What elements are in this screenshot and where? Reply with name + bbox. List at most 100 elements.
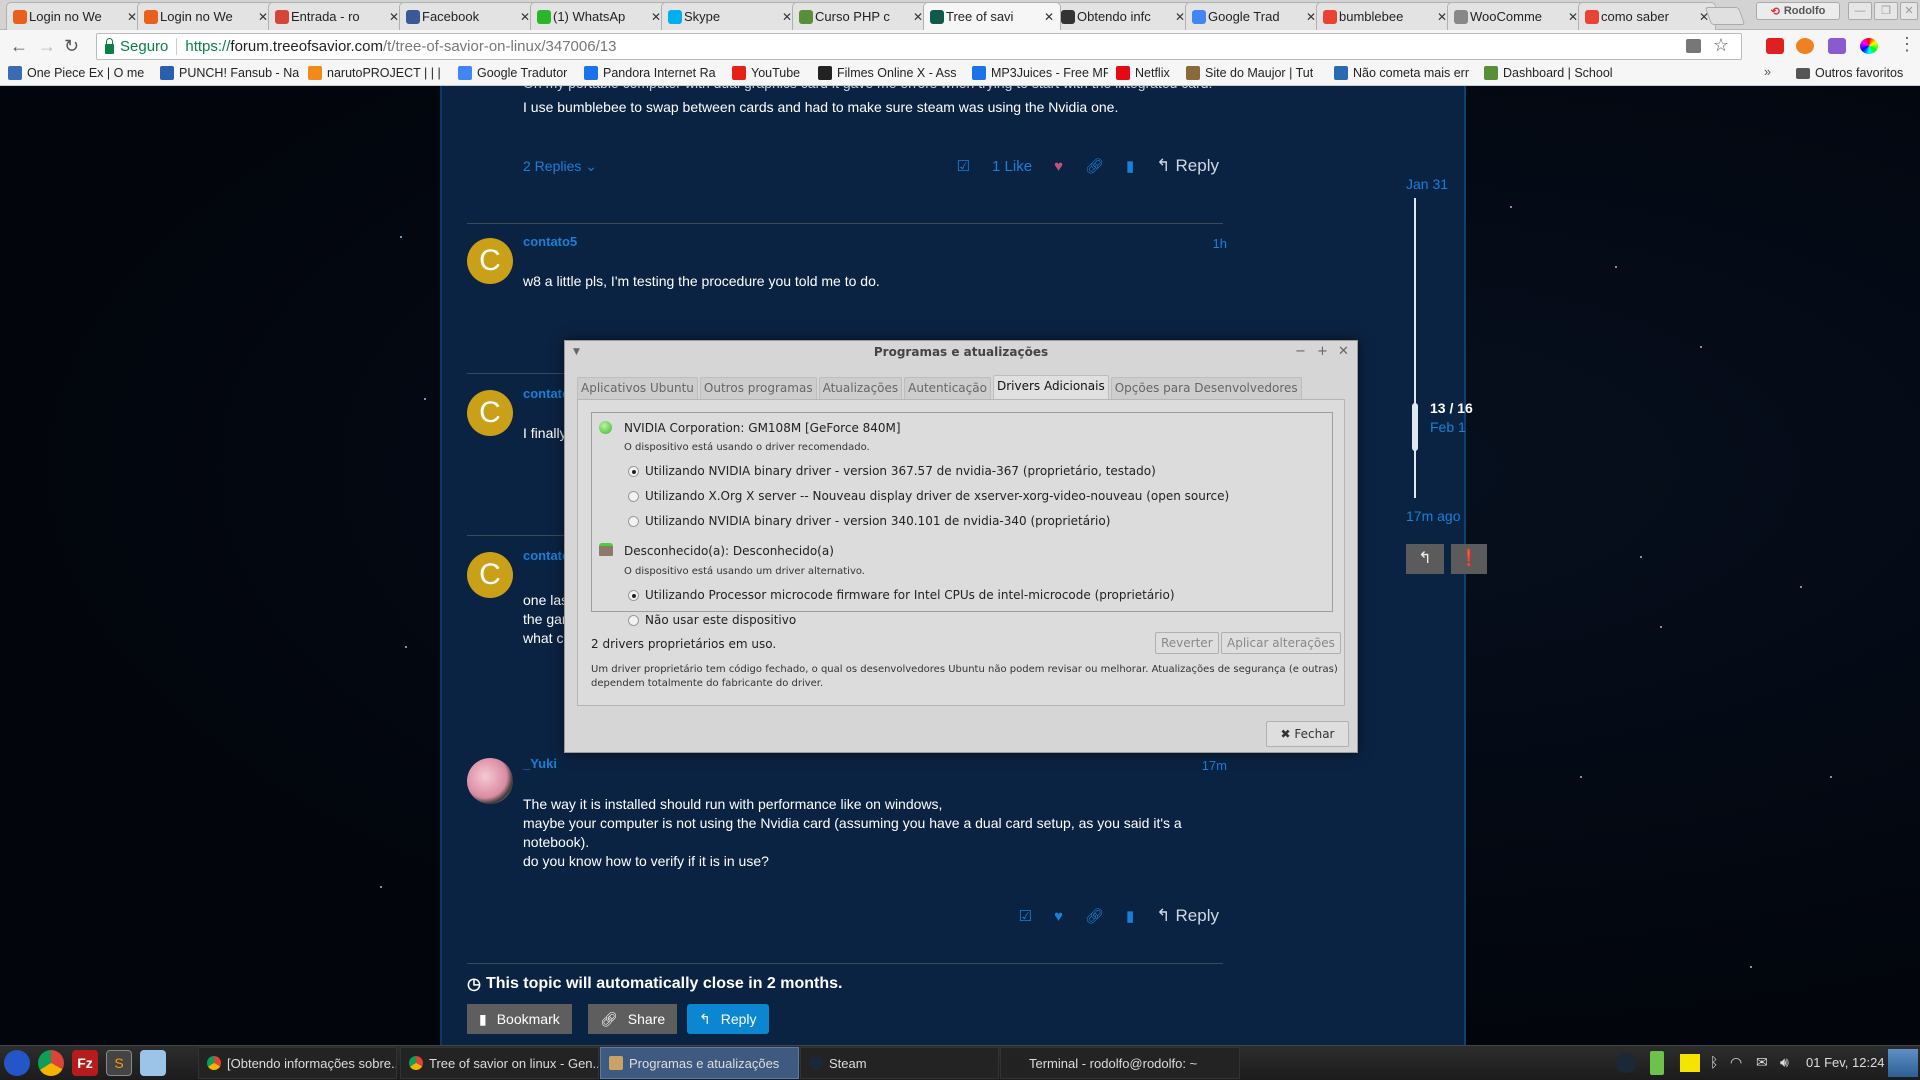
timeline-flag-button[interactable]: ❗: [1451, 544, 1487, 574]
color-picker-extension-icon[interactable]: [1860, 38, 1878, 54]
battery-icon[interactable]: [1650, 1051, 1664, 1075]
browser-tab[interactable]: Login no We ✕: [6, 2, 144, 30]
bookmark-item[interactable]: Google Tradutor: [458, 66, 567, 80]
bluetooth-icon[interactable]: ᛒ: [1710, 1054, 1718, 1070]
browser-tab[interactable]: Google Trad ✕: [1185, 2, 1323, 30]
browser-tab[interactable]: bumblebee ✕: [1316, 2, 1454, 30]
browser-tab[interactable]: Skype ✕: [661, 2, 799, 30]
browser-tab[interactable]: Login no We ✕: [137, 2, 275, 30]
driver-option[interactable]: Utilizando X.Org X server -- Nouveau dis…: [628, 489, 1229, 503]
close-window-button[interactable]: ✕: [1900, 2, 1918, 20]
avatar[interactable]: [467, 758, 513, 804]
post-time[interactable]: 17m: [1202, 758, 1227, 773]
filezilla-launcher-icon[interactable]: Fz: [72, 1050, 98, 1076]
bookmarks-overflow-button[interactable]: »: [1764, 65, 1771, 79]
maximize-button[interactable]: ❐: [1874, 2, 1898, 20]
reply-topic-button[interactable]: ↰ Reply: [687, 1004, 769, 1034]
reply-button[interactable]: ↰Reply: [1156, 906, 1219, 926]
sublime-launcher-icon[interactable]: S: [106, 1050, 132, 1076]
avatar[interactable]: C: [467, 390, 513, 436]
clock[interactable]: 01 Fev, 12:24: [1806, 1055, 1885, 1070]
bookmark-item[interactable]: MP3Juices - Free MP: [972, 66, 1108, 80]
translate-icon[interactable]: [1686, 39, 1701, 53]
radio-button[interactable]: [628, 614, 639, 626]
bookmark-topic-button[interactable]: ▮ Bookmark: [467, 1004, 572, 1034]
tab-close-icon[interactable]: ✕: [1175, 10, 1185, 24]
tab-close-icon[interactable]: ✕: [1044, 10, 1054, 24]
radio-button[interactable]: [628, 490, 639, 502]
chrome-launcher-icon[interactable]: [38, 1050, 64, 1076]
close-dialog-button[interactable]: ✖ Fechar: [1266, 721, 1349, 747]
reply-button[interactable]: ↰Reply: [1156, 156, 1219, 176]
tab-close-icon[interactable]: ✕: [258, 10, 268, 24]
steam-tray-icon[interactable]: [1616, 1053, 1636, 1073]
bookmark-icon[interactable]: ▮: [1126, 157, 1134, 175]
driver-option[interactable]: Utilizando Processor microcode firmware …: [628, 588, 1175, 602]
dialog-tab[interactable]: Autenticação: [904, 377, 991, 399]
browser-tab[interactable]: Curso PHP c ✕: [792, 2, 930, 30]
hola-extension-icon[interactable]: [1796, 38, 1814, 54]
volume-icon[interactable]: 🔊︎: [1780, 1054, 1789, 1071]
url-text[interactable]: https://forum.treeofsavior.com/t/tree-of…: [185, 38, 616, 55]
likes-count[interactable]: 1 Like: [992, 158, 1032, 175]
radio-button[interactable]: [628, 465, 639, 477]
dialog-close-button[interactable]: ✕: [1338, 344, 1349, 359]
replies-toggle[interactable]: 2 Replies ⌄: [523, 158, 597, 175]
radio-button[interactable]: [628, 589, 639, 601]
bookmark-item[interactable]: Dashboard | School: [1484, 66, 1612, 80]
back-button[interactable]: ←: [10, 36, 28, 57]
timeline-track[interactable]: [1414, 198, 1416, 498]
reload-button[interactable]: ↻: [64, 36, 79, 57]
taskbar-task[interactable]: Tree of savior on linux - Gen...: [400, 1047, 599, 1079]
bookmark-item[interactable]: YouTube: [732, 66, 800, 80]
solved-checkbox-icon[interactable]: ☑: [957, 157, 970, 175]
task-list-tray-icon[interactable]: [1680, 1054, 1700, 1072]
bookmark-item[interactable]: narutoPROJECT | | |: [308, 66, 441, 80]
link-icon[interactable]: 🔗︎: [1085, 157, 1104, 175]
tab-close-icon[interactable]: ✕: [651, 10, 661, 24]
bookmark-item[interactable]: PUNCH! Fansub - Na: [160, 66, 299, 80]
whisker-menu-icon[interactable]: [4, 1050, 30, 1076]
tab-close-icon[interactable]: ✕: [1306, 10, 1316, 24]
tab-close-icon[interactable]: ✕: [782, 10, 792, 24]
tab-close-icon[interactable]: ✕: [389, 10, 399, 24]
link-icon[interactable]: 🔗︎: [1085, 907, 1104, 925]
security-indicator[interactable]: Seguro: [105, 37, 178, 55]
tab-close-icon[interactable]: ✕: [913, 10, 923, 24]
bookmark-item[interactable]: Filmes Online X - Ass: [818, 66, 956, 80]
browser-tab[interactable]: Obtendo infc ✕: [1054, 2, 1192, 30]
taskbar-task[interactable]: Steam: [800, 1047, 999, 1079]
tab-close-icon[interactable]: ✕: [520, 10, 530, 24]
post-username[interactable]: contato5: [523, 234, 577, 249]
file-manager-launcher-icon[interactable]: [140, 1050, 166, 1076]
timeline-start-date[interactable]: Jan 31: [1406, 176, 1448, 192]
dialog-tab[interactable]: Atualizações: [818, 377, 903, 399]
bookmark-star-icon[interactable]: ☆: [1713, 35, 1729, 56]
dialog-tab[interactable]: Aplicativos Ubuntu: [577, 377, 698, 399]
driver-option[interactable]: Não usar este dispositivo: [628, 613, 796, 627]
avatar[interactable]: C: [467, 238, 513, 284]
dialog-tab[interactable]: Opções para Desenvolvedores: [1110, 377, 1302, 399]
address-bar[interactable]: Seguro https://forum.treeofsavior.com/t/…: [96, 33, 1742, 60]
dialog-tab[interactable]: Outros programas: [699, 377, 817, 399]
browser-tab[interactable]: (1) WhatsAp ✕: [530, 2, 668, 30]
wifi-icon[interactable]: ◠: [1730, 1054, 1742, 1071]
radio-button[interactable]: [628, 515, 639, 527]
apply-changes-button[interactable]: Aplicar alterações: [1221, 632, 1341, 654]
stylish-extension-icon[interactable]: [1828, 38, 1846, 54]
bookmark-item[interactable]: One Piece Ex | O me: [8, 66, 144, 80]
profile-button[interactable]: ⟲ Rodolfo: [1756, 2, 1840, 20]
browser-tab[interactable]: Tree of savi ✕: [923, 2, 1061, 30]
bookmark-item[interactable]: Pandora Internet Ra: [584, 66, 716, 80]
revert-button[interactable]: Reverter: [1155, 632, 1219, 654]
dialog-minimize-button[interactable]: −: [1295, 344, 1306, 359]
solved-checkbox-icon[interactable]: ☑: [1019, 907, 1032, 925]
show-desktop-button[interactable]: [1888, 1049, 1918, 1077]
browser-tab[interactable]: como saber ✕: [1578, 2, 1716, 30]
taskbar-task[interactable]: Programas e atualizações: [600, 1047, 799, 1079]
minimize-button[interactable]: —: [1848, 2, 1872, 20]
heart-icon[interactable]: ♥: [1054, 158, 1063, 175]
bookmark-item[interactable]: Site do Maujor | Tut: [1186, 66, 1313, 80]
tab-close-icon[interactable]: ✕: [1568, 10, 1578, 24]
dialog-tab[interactable]: Drivers Adicionais: [992, 375, 1109, 399]
